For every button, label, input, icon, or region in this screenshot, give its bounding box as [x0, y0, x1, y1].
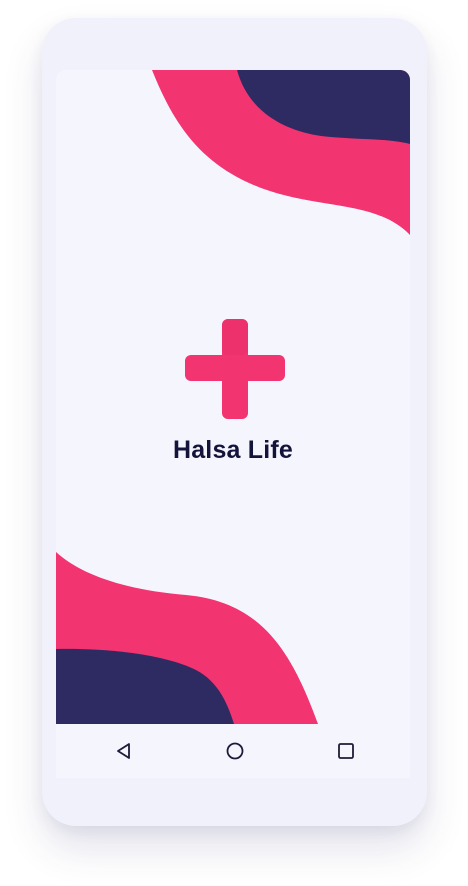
- recents-button[interactable]: [334, 739, 358, 763]
- stage: Halsa Life: [0, 0, 468, 886]
- splash-screen: Halsa Life: [56, 70, 410, 724]
- circle-home-icon: [226, 742, 244, 760]
- medical-cross-icon: [185, 319, 285, 419]
- system-nav-bar: [56, 724, 410, 778]
- home-button[interactable]: [223, 739, 247, 763]
- back-button[interactable]: [112, 739, 136, 763]
- triangle-back-icon: [117, 743, 130, 759]
- app-title: Halsa Life: [172, 436, 294, 464]
- square-recents-icon: [338, 743, 354, 759]
